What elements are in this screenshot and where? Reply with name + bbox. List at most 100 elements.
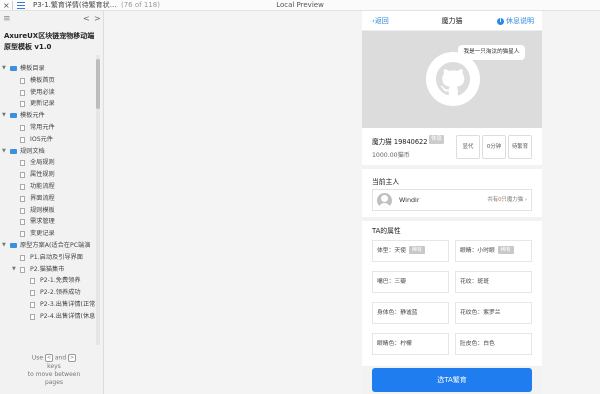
hint-text: Use (31, 354, 44, 362)
project-title: AxureUX区块链宠物移动端原型模板 v1.0 (4, 32, 95, 51)
page-count: (76 of 118) (121, 1, 160, 9)
count-prefix: 共有 (487, 197, 499, 203)
keyboard-hint: Use < and > keys to move between pages (14, 354, 94, 387)
sitemap-page[interactable]: P2-2.领养成功 (0, 287, 96, 299)
attribute-item: 眼睛色：柠檬 (372, 333, 449, 355)
sitemap-page[interactable]: IOS元件 (0, 134, 96, 146)
sitemap-item-label: 更新记录 (30, 100, 55, 108)
page-icon (20, 77, 25, 84)
folder-icon (10, 113, 17, 119)
pet-name: 魔力猫 19840622 (372, 138, 428, 146)
help-link[interactable]: i 休息说明 (497, 11, 534, 31)
sidebar-nav: ≡ < > (0, 13, 104, 25)
sitemap-folder[interactable]: ▼ 模板目录 (0, 63, 96, 75)
count-suffix: 只魔力猫 (501, 197, 524, 203)
sitemap-page[interactable]: P1.启动及引导界面 (0, 252, 96, 264)
close-icon[interactable]: × (3, 0, 10, 11)
hint-text: to move between (27, 370, 81, 378)
sitemap-page[interactable]: 使用必读 (0, 87, 96, 99)
attribute-item: 眼睛：小时眼 稀有 (455, 240, 532, 262)
hint-text: and (54, 354, 67, 362)
sitemap-page[interactable]: 常用元件 (0, 122, 96, 134)
attribute-label: 眼睛色：柠檬 (377, 341, 412, 347)
owner-name: Windir (399, 196, 420, 204)
page-icon (20, 183, 25, 190)
sitemap-page[interactable]: 变更记录 (0, 228, 96, 240)
caret-down-icon[interactable]: ▼ (2, 110, 6, 122)
sitemap-folder[interactable]: ▼ 模板元件 (0, 110, 96, 122)
sitemap-page[interactable]: 全局规则 (0, 157, 96, 169)
folder-icon (10, 66, 17, 71)
attribute-item: 身体色：静谧蓝 (372, 302, 449, 324)
sitemap-page[interactable]: 更新记录 (0, 98, 96, 110)
sitemap-page[interactable]: P2-1.免费领养 (0, 275, 96, 287)
sidebar-scrollbar[interactable] (96, 55, 100, 345)
sitemap-item-label: P2-4.出售详情(休息 (40, 312, 96, 320)
hint-text: keys (47, 362, 61, 370)
next-page-button[interactable]: > (94, 14, 101, 23)
breed-button[interactable]: 选TA繁育 (372, 368, 532, 392)
sitemap-item-label: 需求管理 (30, 218, 55, 226)
chevron-right-icon: › (524, 197, 527, 203)
prev-page-button[interactable]: < (83, 14, 90, 23)
rarity-badge: 稀有 (409, 246, 426, 254)
caret-down-icon[interactable]: ▼ (2, 146, 6, 158)
page-icon (20, 195, 25, 202)
sitemap-page[interactable]: ▼ P2.猫猫集市 (0, 264, 96, 276)
sitemap-item-label: 全局规则 (30, 159, 55, 167)
sitemap-page[interactable]: P2-4.出售详情(休息 (0, 311, 96, 323)
sitemap-item-label: 常用元件 (30, 123, 55, 131)
sitemap-menu-icon[interactable] (17, 2, 25, 9)
pet-info-card: 魔力猫 19840622 休息 1000.00猫币 显代 0分钟 待繁育 (362, 128, 542, 165)
owner-cat-count: 共有0只魔力猫 › (487, 190, 527, 210)
sitemap-item-label: 模板首页 (30, 76, 55, 84)
page-icon (20, 89, 25, 96)
sitemap-page[interactable]: 功能流程 (0, 181, 96, 193)
sitemap-page[interactable]: P2-3.出售详情(正常 (0, 299, 96, 311)
nav-bar: ‹返回 魔力猫 i 休息说明 (362, 11, 542, 31)
page-icon (20, 124, 25, 131)
sitemap-page[interactable]: 属性规则 (0, 169, 96, 181)
sitemap-sidebar: ≡ < > AxureUX区块链宠物移动端原型模板 v1.0 ▼ 模板目录模板首页… (0, 11, 104, 394)
page-icon (30, 290, 35, 297)
status-badge: 休息 (429, 135, 444, 144)
page-title: P3-1.繁育详情(待繁育状… (33, 1, 117, 9)
sitemap-item-label: 模板目录 (20, 65, 45, 72)
pet-price: 1000.00猫币 (372, 152, 410, 159)
pet-photo: 我是一只淘汰的猫星人 (362, 31, 542, 128)
caret-down-icon[interactable]: ▼ (2, 63, 6, 75)
sitemap-page[interactable]: 界面流程 (0, 193, 96, 205)
sitemap-folder[interactable]: ▼ 规则文档 (0, 146, 96, 158)
sitemap-item-label: 变更记录 (30, 230, 55, 238)
scrollbar-thumb[interactable] (96, 59, 100, 109)
rarity-badge: 稀有 (497, 246, 514, 254)
right-key-icon: > (68, 354, 77, 362)
folder-icon (10, 242, 17, 248)
attribute-label: 嘴巴：三瓣 (377, 279, 406, 285)
top-bar: × P3-1.繁育详情(待繁育状… (76 of 118) Local Prev… (0, 0, 600, 11)
sitemap-page[interactable]: 规则模板 (0, 205, 96, 217)
sitemap-page[interactable]: 需求管理 (0, 216, 96, 228)
attribute-label: 眼睛：小时眼 (460, 248, 495, 254)
caret-down-icon[interactable]: ▼ (12, 264, 16, 276)
sitemap-item-label: P2-2.领养成功 (40, 289, 81, 297)
sitemap-item-label: 使用必读 (30, 88, 55, 96)
cooldown-stat: 0分钟 (482, 135, 506, 159)
attribute-label: 花纹色：紫罗兰 (460, 310, 501, 316)
speech-bubble: 我是一只淘汰的猫星人 (458, 45, 525, 60)
owner-row[interactable]: Windir 共有0只魔力猫 › (372, 189, 532, 211)
owner-section-title: 当前主人 (372, 178, 400, 186)
page-icon (20, 231, 25, 238)
page-icon (20, 254, 25, 261)
left-key-icon: < (45, 354, 53, 362)
page-icon (20, 160, 25, 167)
page-icon (20, 219, 25, 226)
page-icon (30, 313, 35, 320)
sitemap-page[interactable]: 模板首页 (0, 75, 96, 87)
sitemap-tree: ▼ 模板目录模板首页使用必读更新记录 ▼ 模板元件 常用元件 IOS元件 ▼ 规则文档 全局规则… (0, 63, 96, 323)
caret-down-icon[interactable]: ▼ (2, 240, 6, 252)
page-icon (20, 101, 25, 108)
avatar (377, 193, 392, 208)
page-icon (20, 172, 25, 179)
sitemap-folder[interactable]: ▼ 原型方案A(适合在PC端演 (0, 240, 96, 252)
